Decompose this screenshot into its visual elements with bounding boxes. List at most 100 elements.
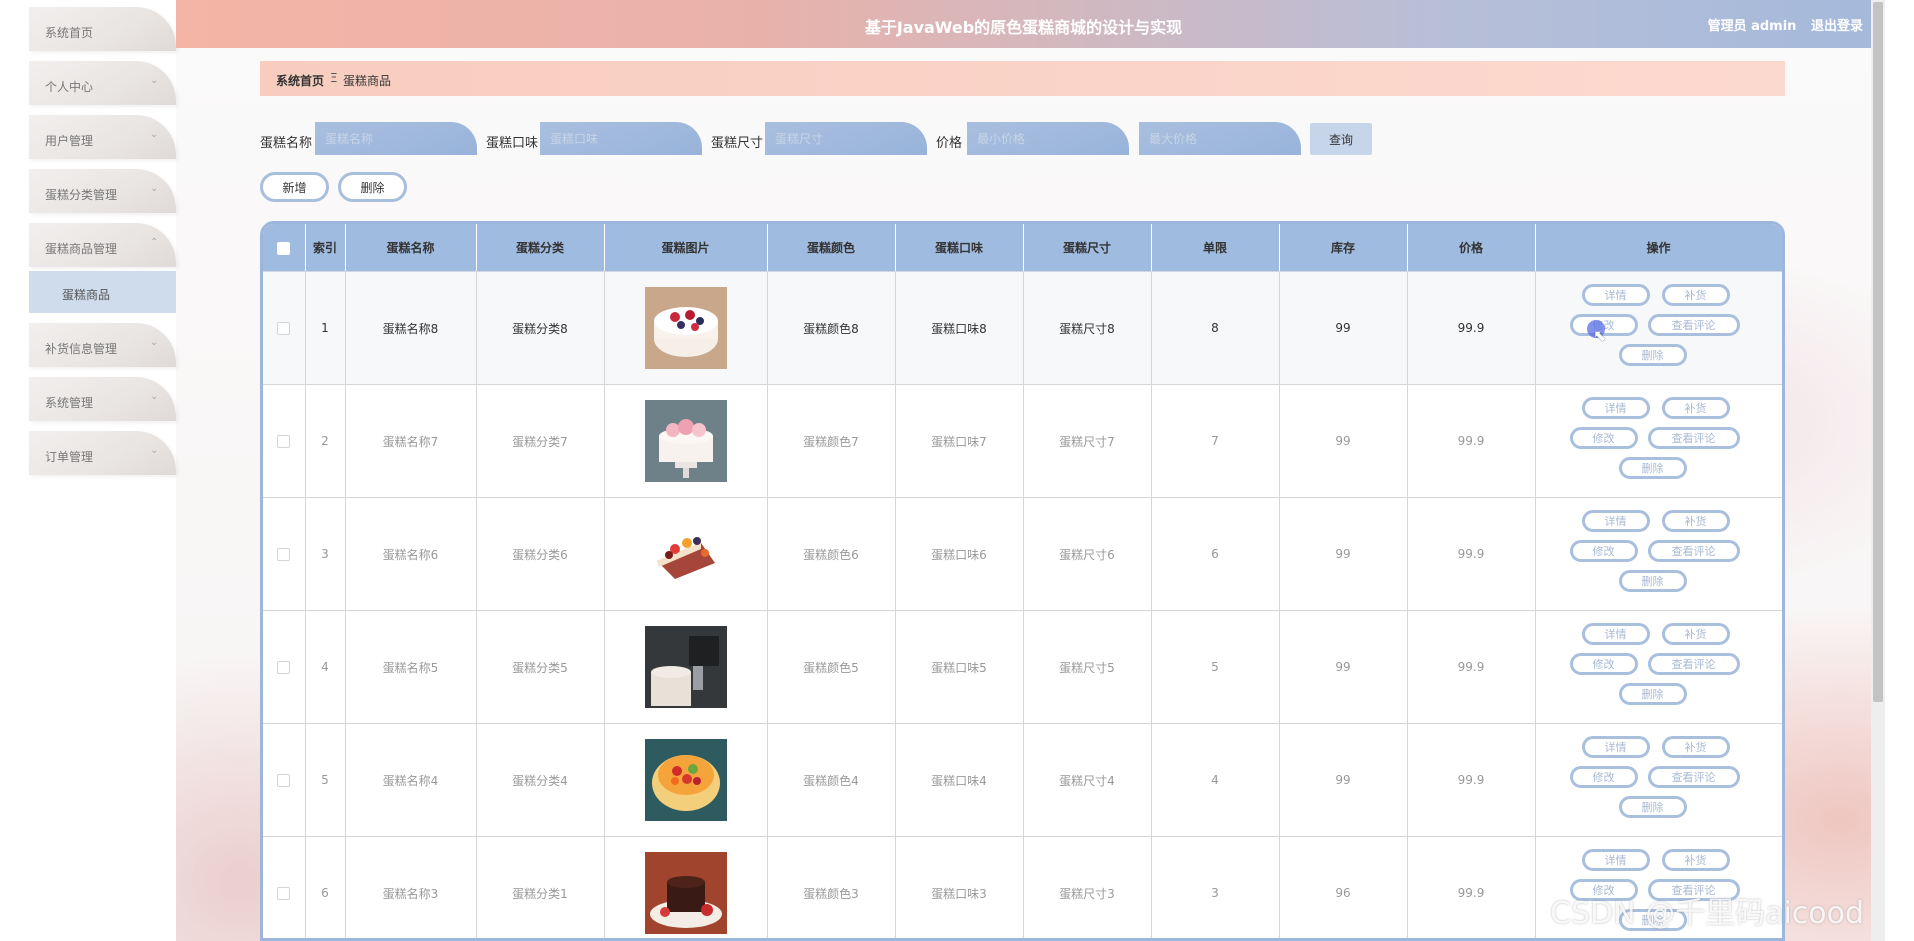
cell-color: 蛋糕颜色3: [767, 836, 896, 938]
breadcrumb-home[interactable]: 系统首页: [276, 72, 324, 89]
sidebar-item-cake-products[interactable]: 蛋糕商品管理 ⌃: [29, 223, 176, 267]
add-button[interactable]: 新增: [260, 172, 329, 202]
row-select-cell[interactable]: [263, 271, 306, 385]
cake-name-input[interactable]: [315, 122, 477, 155]
cell-index: 6: [305, 836, 346, 938]
edit-button[interactable]: 修改: [1569, 653, 1638, 675]
logout-link[interactable]: 退出登录: [1811, 19, 1863, 34]
chevron-down-icon: ⌄: [150, 337, 159, 348]
row-checkbox[interactable]: [277, 661, 291, 674]
right-margin: [1885, 0, 1914, 941]
edit-button[interactable]: 修改: [1569, 427, 1638, 449]
cell-index: 5: [305, 723, 346, 837]
col-header-category: 蛋糕分类: [476, 224, 605, 272]
app-title: 基于JavaWeb的原色蛋糕商城的设计与实现: [864, 18, 1183, 37]
vertical-scrollbar[interactable]: [1871, 0, 1885, 941]
row-delete-button[interactable]: 删除: [1618, 683, 1687, 705]
view-reviews-button[interactable]: 查看评论: [1647, 540, 1740, 562]
cell-color: 蛋糕颜色5: [767, 610, 896, 724]
col-header-name: 蛋糕名称: [345, 224, 477, 272]
cell-limit: 7: [1151, 384, 1280, 498]
sidebar-item-label: 系统首页: [45, 26, 94, 40]
cake-flavor-input[interactable]: [540, 122, 702, 155]
row-checkbox[interactable]: [277, 435, 291, 448]
cell-stock: 99: [1279, 723, 1408, 837]
select-all-cell[interactable]: [263, 224, 306, 272]
row-select-cell[interactable]: [263, 384, 306, 498]
detail-button[interactable]: 详情: [1581, 736, 1650, 758]
row-delete-button[interactable]: 删除: [1618, 570, 1687, 592]
sidebar-item-cake-category[interactable]: 蛋糕分类管理 ⌄: [29, 169, 176, 213]
restock-button[interactable]: 补货: [1661, 284, 1730, 306]
row-actions: 详情补货修改查看评论删除: [1537, 386, 1781, 496]
row-actions: 详情补货修改查看评论删除: [1537, 499, 1781, 609]
row-select-cell[interactable]: [263, 836, 306, 938]
row-delete-button[interactable]: 删除: [1618, 796, 1687, 818]
row-delete-button[interactable]: 删除: [1618, 457, 1687, 479]
edit-button[interactable]: 修改: [1569, 766, 1638, 788]
user-label: 管理员 admin: [1707, 19, 1797, 34]
cell-name: 蛋糕名称4: [345, 723, 477, 837]
size-label: 蛋糕尺寸: [711, 136, 764, 151]
cell-category: 蛋糕分类7: [476, 384, 605, 498]
cell-category: 蛋糕分类4: [476, 723, 605, 837]
sidebar-item-system[interactable]: 系统管理 ⌄: [29, 377, 176, 421]
detail-button[interactable]: 详情: [1581, 284, 1650, 306]
detail-button[interactable]: 详情: [1581, 849, 1650, 871]
cell-limit: 6: [1151, 497, 1280, 611]
row-checkbox[interactable]: [277, 548, 291, 561]
scrollbar-thumb[interactable]: [1873, 2, 1883, 702]
cell-color: 蛋糕颜色4: [767, 723, 896, 837]
restock-button[interactable]: 补货: [1661, 736, 1730, 758]
view-reviews-button[interactable]: 查看评论: [1647, 427, 1740, 449]
flavor-label: 蛋糕口味: [486, 136, 539, 151]
cell-limit: 4: [1151, 723, 1280, 837]
cell-stock: 99: [1279, 497, 1408, 611]
query-button[interactable]: 查询: [1310, 123, 1372, 155]
search-form: 蛋糕名称 蛋糕口味 蛋糕尺寸 价格 查询: [0, 122, 1500, 156]
view-reviews-button[interactable]: 查看评论: [1647, 653, 1740, 675]
restock-button[interactable]: 补货: [1661, 849, 1730, 871]
sidebar-subitem-cake-goods[interactable]: 蛋糕商品: [29, 271, 176, 313]
row-checkbox[interactable]: [277, 887, 291, 900]
cake-image: [644, 626, 727, 708]
sidebar-item-home[interactable]: 系统首页: [29, 7, 176, 51]
row-checkbox[interactable]: [277, 774, 291, 787]
cell-size: 蛋糕尺寸6: [1023, 497, 1152, 611]
sidebar-item-orders[interactable]: 订单管理 ⌄: [29, 431, 176, 475]
restock-button[interactable]: 补货: [1661, 510, 1730, 532]
col-header-stock: 库存: [1279, 224, 1408, 272]
row-select-cell[interactable]: [263, 610, 306, 724]
restock-button[interactable]: 补货: [1661, 397, 1730, 419]
view-reviews-button[interactable]: 查看评论: [1647, 314, 1740, 336]
row-delete-button[interactable]: 删除: [1618, 344, 1687, 366]
cake-size-input[interactable]: [765, 122, 927, 155]
col-header-size: 蛋糕尺寸: [1023, 224, 1152, 272]
chevron-down-icon: ⌄: [150, 445, 159, 456]
detail-button[interactable]: 详情: [1581, 397, 1650, 419]
sidebar-item-profile[interactable]: 个人中心 ⌄: [29, 61, 176, 105]
min-price-input[interactable]: [967, 122, 1129, 155]
batch-delete-button[interactable]: 删除: [338, 172, 407, 202]
cell-name: 蛋糕名称5: [345, 610, 477, 724]
restock-button[interactable]: 补货: [1661, 623, 1730, 645]
cake-image: [644, 739, 727, 821]
sidebar-item-restock[interactable]: 补货信息管理 ⌄: [29, 323, 176, 367]
cell-stock: 99: [1279, 384, 1408, 498]
view-reviews-button[interactable]: 查看评论: [1647, 766, 1740, 788]
price-label: 价格: [936, 136, 963, 151]
row-select-cell[interactable]: [263, 723, 306, 837]
cake-image: [644, 400, 727, 482]
col-header-color: 蛋糕颜色: [767, 224, 896, 272]
edit-button[interactable]: 修改: [1569, 540, 1638, 562]
table-row: 1蛋糕名称8蛋糕分类8蛋糕颜色8蛋糕口味8蛋糕尺寸889999.9详情补货修改查…: [263, 271, 1782, 385]
detail-button[interactable]: 详情: [1581, 510, 1650, 532]
detail-button[interactable]: 详情: [1581, 623, 1650, 645]
product-table: 索引 蛋糕名称 蛋糕分类 蛋糕图片 蛋糕颜色 蛋糕口味 蛋糕尺寸 单限 库存 价…: [260, 221, 1785, 941]
row-select-cell[interactable]: [263, 497, 306, 611]
select-all-checkbox[interactable]: [277, 241, 291, 255]
col-header-image: 蛋糕图片: [604, 224, 768, 272]
cell-category: 蛋糕分类5: [476, 610, 605, 724]
row-checkbox[interactable]: [277, 322, 291, 335]
max-price-input[interactable]: [1139, 122, 1301, 155]
